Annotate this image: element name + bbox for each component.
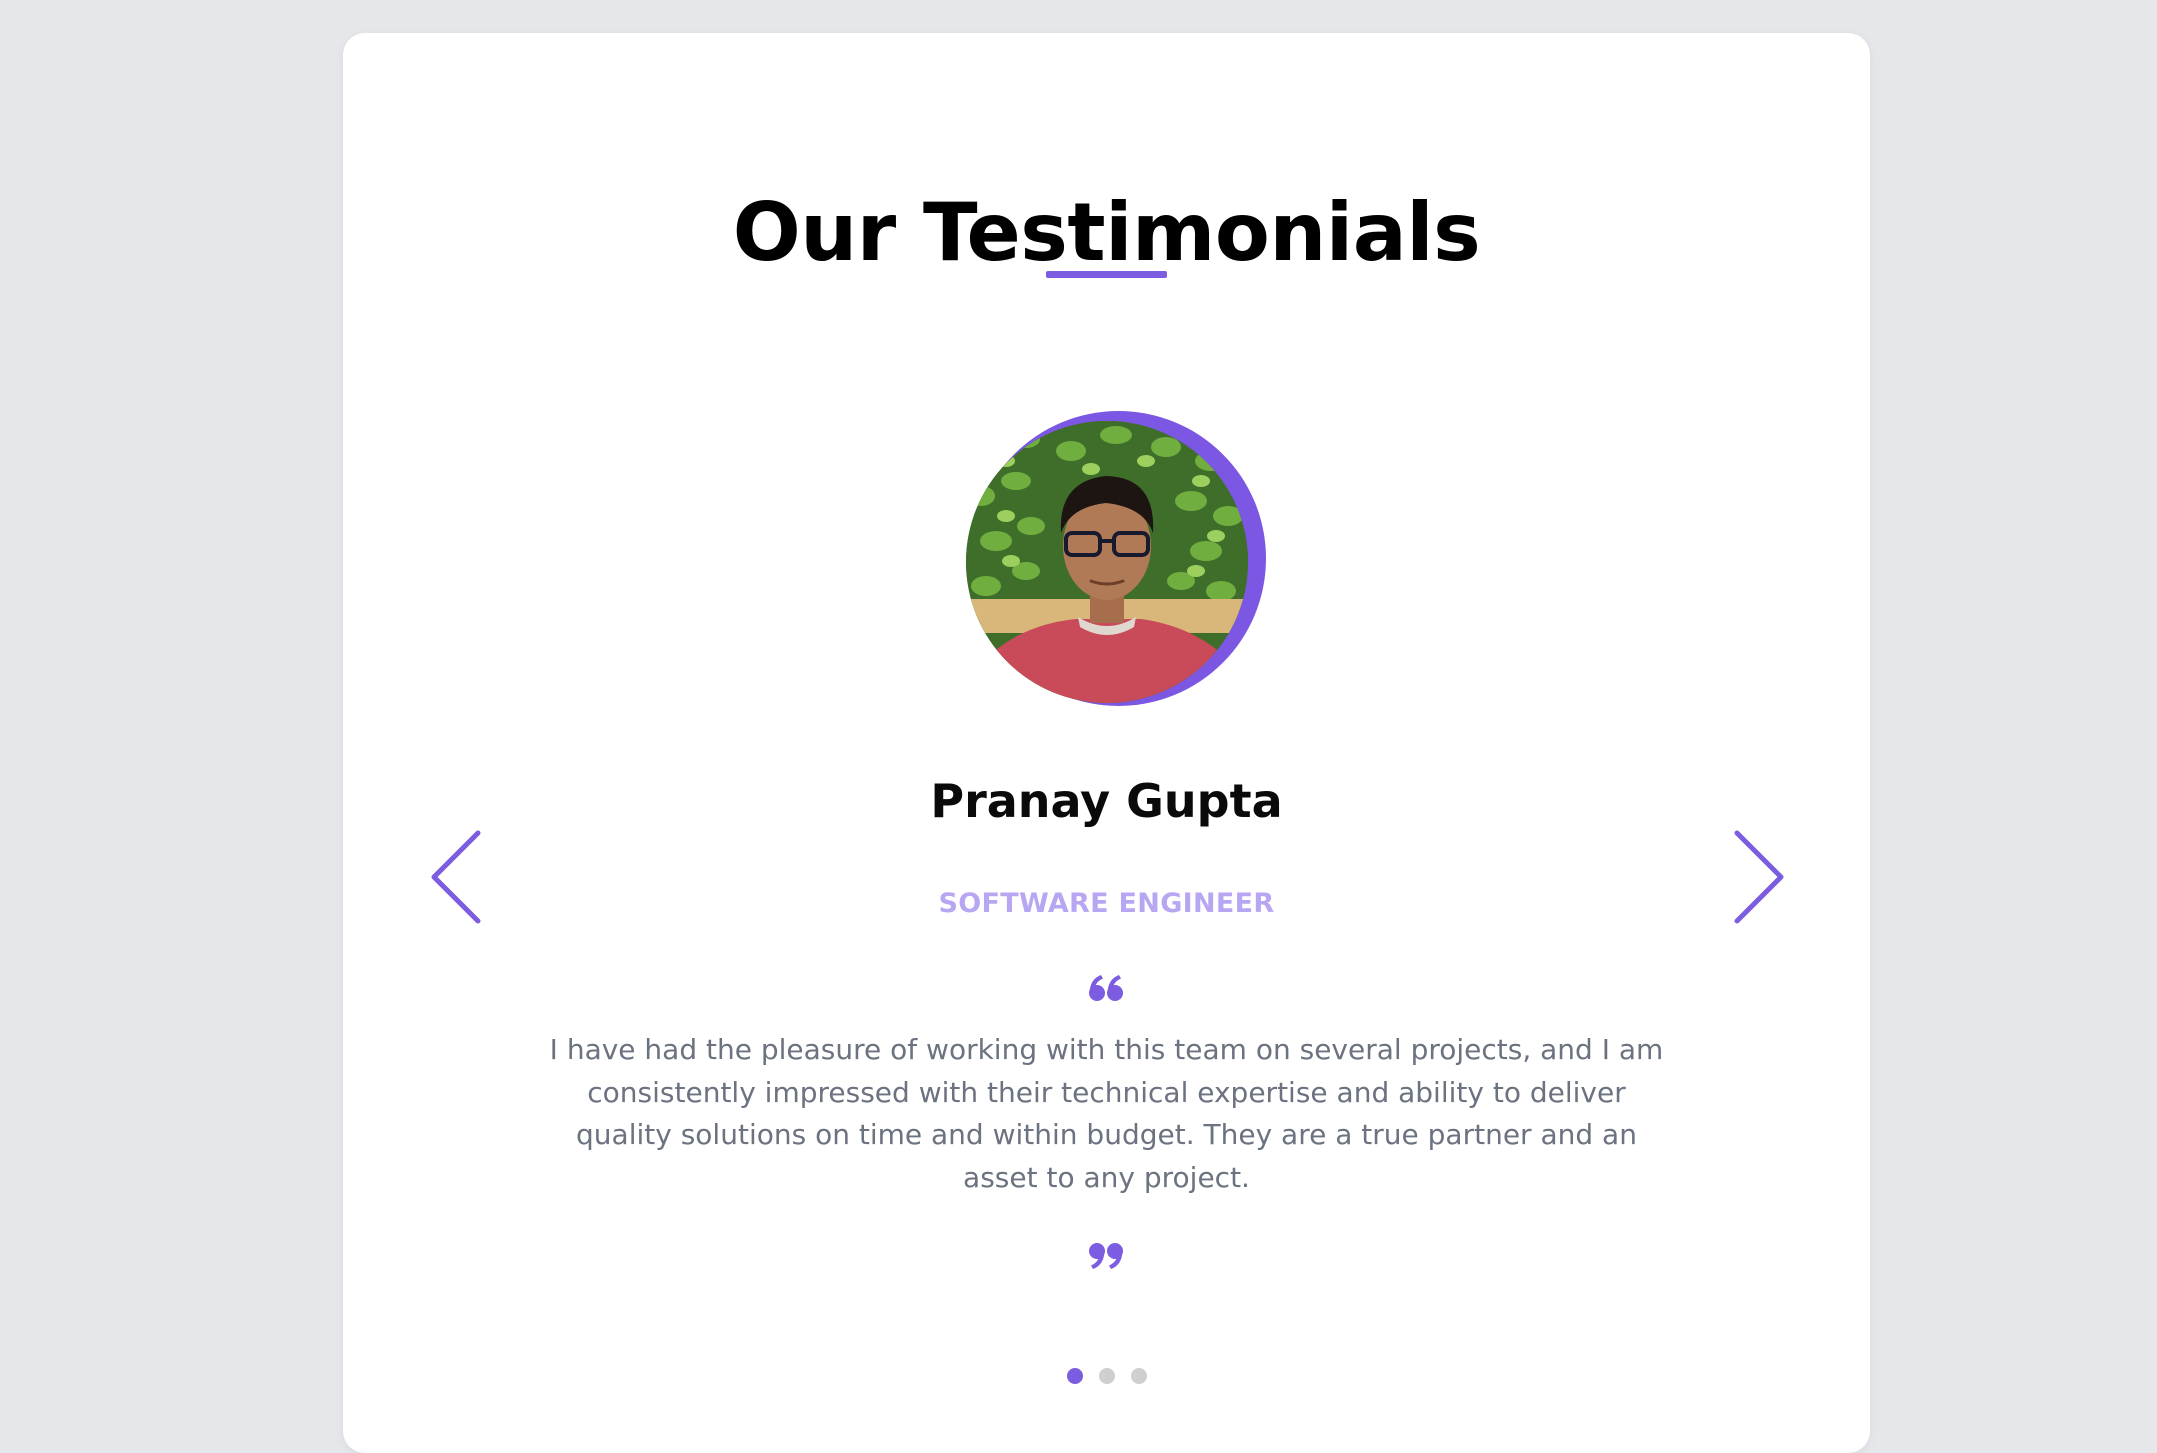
avatar-photo (966, 421, 1248, 703)
next-button[interactable] (1731, 829, 1787, 925)
carousel-dots (343, 1368, 1870, 1384)
carousel-dot-3[interactable] (1130, 1368, 1147, 1384)
testimonial-quote: I have had the pleasure of working with … (549, 1033, 1664, 1194)
quote-close-icon (1089, 1243, 1123, 1269)
chevron-right-icon (1734, 830, 1784, 924)
title-underline (1046, 271, 1167, 278)
carousel-dot-1[interactable] (1066, 1368, 1083, 1384)
carousel-dot-2[interactable] (1098, 1368, 1115, 1384)
person-name: Pranay Gupta (930, 774, 1283, 828)
testimonials-card: Our Testimonials Pranay Gupta SOFTWARE E… (343, 33, 1870, 1453)
quote-open-icon (1089, 975, 1123, 1001)
avatar (966, 411, 1266, 711)
person-role: SOFTWARE ENGINEER (938, 888, 1275, 919)
section-title: Our Testimonials (732, 186, 1481, 279)
